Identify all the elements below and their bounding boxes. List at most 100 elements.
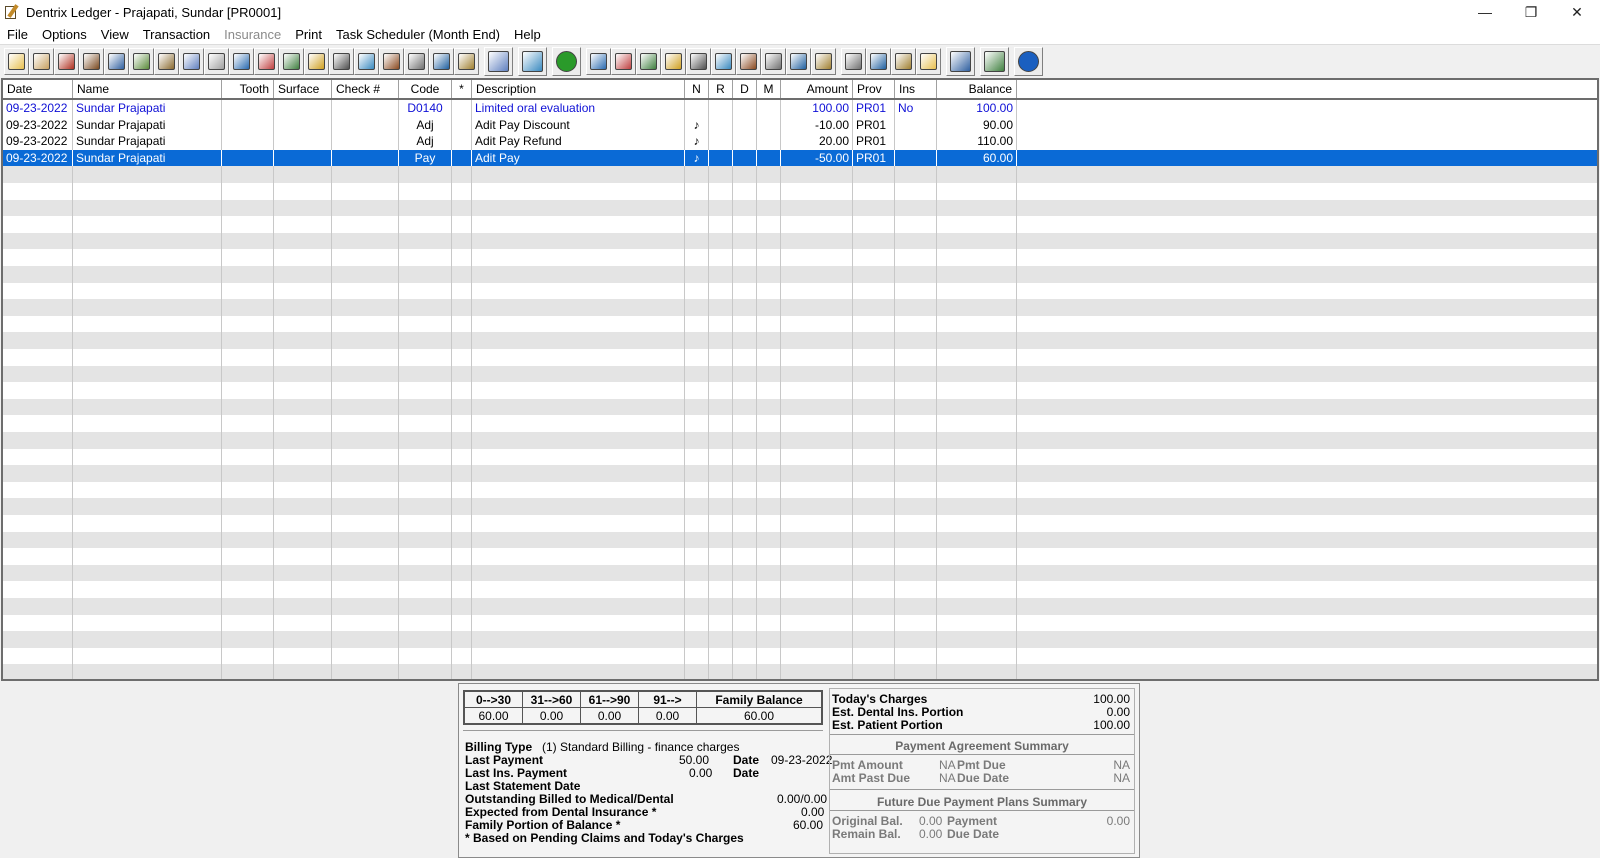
col-n-header[interactable]: N — [685, 80, 709, 98]
empty-ledger-row[interactable] — [3, 448, 1597, 466]
empty-ledger-row[interactable] — [3, 531, 1597, 549]
calculator-toolbar-button[interactable] — [786, 48, 811, 75]
handshake-toolbar-button[interactable] — [586, 48, 611, 75]
eraser-toolbar-button[interactable] — [179, 48, 204, 75]
bank-toolbar-button[interactable] — [484, 47, 513, 76]
appointment-toolbar-button[interactable] — [916, 48, 941, 75]
col-d-header[interactable]: D — [733, 80, 757, 98]
person-toolbar-button[interactable] — [518, 47, 547, 76]
empty-ledger-row[interactable] — [3, 315, 1597, 333]
col-amount-header[interactable]: Amount — [781, 80, 853, 98]
ins-2-toolbar-button[interactable] — [736, 48, 761, 75]
tax-toolbar-button[interactable] — [761, 48, 786, 75]
empty-ledger-row[interactable] — [3, 432, 1597, 449]
patient-toolbar-button[interactable] — [946, 47, 975, 76]
treatment-toolbar-button[interactable] — [129, 48, 154, 75]
empty-ledger-row[interactable] — [3, 199, 1597, 217]
walker-toolbar-button[interactable] — [841, 48, 866, 75]
empty-ledger-row[interactable] — [3, 564, 1597, 582]
empty-ledger-row[interactable] — [3, 581, 1597, 598]
empty-ledger-row[interactable] — [3, 498, 1597, 515]
empty-ledger-row[interactable] — [3, 515, 1597, 532]
g-toolbar-button[interactable] — [636, 48, 661, 75]
col-name-header[interactable]: Name — [73, 80, 222, 98]
empty-ledger-row[interactable] — [3, 166, 1597, 183]
close-button[interactable]: ✕ — [1554, 0, 1600, 24]
menu-file[interactable]: File — [0, 27, 35, 42]
patient-select-toolbar-button[interactable] — [4, 48, 29, 75]
ledger-row[interactable]: 09-23-2022 Sundar Prajapati Adj Adit Pay Re… — [3, 133, 1597, 150]
pen-toolbar-button[interactable] — [154, 48, 179, 75]
menu-insurance[interactable]: Insurance — [217, 27, 288, 42]
minimize-button[interactable]: — — [1462, 0, 1508, 24]
empty-ledger-row[interactable] — [3, 365, 1597, 383]
empty-ledger-row[interactable] — [3, 299, 1597, 316]
search-toolbar-button[interactable] — [229, 48, 254, 75]
pay-plan-toolbar-button[interactable] — [811, 48, 836, 75]
empty-ledger-row[interactable] — [3, 614, 1597, 632]
col-prov-header[interactable]: Prov — [853, 80, 895, 98]
menu-options[interactable]: Options — [35, 27, 94, 42]
empty-ledger-row[interactable] — [3, 598, 1597, 615]
id-card-toolbar-button[interactable] — [104, 48, 129, 75]
menu-view[interactable]: View — [94, 27, 136, 42]
ledger-row[interactable]: 09-23-2022 Sundar Prajapati Adj Adit Pay Di… — [3, 116, 1597, 134]
empty-ledger-row[interactable] — [3, 398, 1597, 416]
empty-ledger-row[interactable] — [3, 282, 1597, 300]
menu-print[interactable]: Print — [288, 27, 329, 42]
empty-ledger-row[interactable] — [3, 332, 1597, 349]
col-date-header[interactable]: Date — [3, 80, 73, 98]
empty-ledger-row[interactable] — [3, 647, 1597, 665]
menu-task-scheduler-month-end[interactable]: Task Scheduler (Month End) — [329, 27, 507, 42]
empty-ledger-row[interactable] — [3, 631, 1597, 648]
note-toolbar-button[interactable] — [204, 48, 229, 75]
ins-toolbar-button[interactable] — [711, 48, 736, 75]
empty-ledger-row[interactable] — [3, 232, 1597, 250]
notes-toolbar-button[interactable] — [404, 48, 429, 75]
book-closed-toolbar-button[interactable] — [379, 48, 404, 75]
ledger-row[interactable]: 09-23-2022 Sundar Prajapati D0140 Limited o… — [3, 100, 1597, 117]
rx-toolbar-button[interactable] — [329, 48, 354, 75]
family-file-toolbar-button[interactable] — [29, 48, 54, 75]
statement-toolbar-button[interactable] — [686, 48, 711, 75]
empty-ledger-row[interactable] — [3, 481, 1597, 499]
col-ins-header[interactable]: Ins — [895, 80, 937, 98]
col-star-header[interactable]: * — [452, 80, 472, 98]
col-balance-header[interactable]: Balance — [937, 80, 1017, 98]
provider-toolbar-button[interactable] — [79, 48, 104, 75]
col-r-header[interactable]: R — [709, 80, 733, 98]
ledger-grid[interactable]: Date Name Tooth Surface Check # Code * D… — [1, 78, 1599, 681]
col-description-header[interactable]: Description — [472, 80, 685, 98]
empty-ledger-row[interactable] — [3, 415, 1597, 432]
edit-toolbar-button[interactable] — [354, 48, 379, 75]
col-code-header[interactable]: Code — [399, 80, 452, 98]
info-toolbar-button[interactable] — [1014, 47, 1043, 76]
empty-ledger-row[interactable] — [3, 548, 1597, 565]
grid-toolbar-button[interactable] — [279, 48, 304, 75]
col-tooth-header[interactable]: Tooth — [222, 80, 274, 98]
ledger-row[interactable]: 09-23-2022 Sundar Prajapati Pay Adit Pay ♪ -5… — [3, 149, 1597, 167]
empty-ledger-row[interactable] — [3, 249, 1597, 266]
col-m-header[interactable]: M — [757, 80, 781, 98]
menu-help[interactable]: Help — [507, 27, 548, 42]
refresh-toolbar-button[interactable] — [552, 47, 581, 76]
restore-button[interactable]: ❐ — [1508, 0, 1554, 24]
col-check-header[interactable]: Check # — [332, 80, 399, 98]
empty-ledger-row[interactable] — [3, 465, 1597, 482]
menu-transaction[interactable]: Transaction — [136, 27, 217, 42]
book-toolbar-button[interactable] — [54, 48, 79, 75]
transfer-toolbar-button[interactable] — [661, 48, 686, 75]
empty-ledger-row[interactable] — [3, 382, 1597, 399]
email-toolbar-button[interactable] — [254, 48, 279, 75]
empty-ledger-row[interactable] — [3, 183, 1597, 200]
map-toolbar-button[interactable] — [429, 48, 454, 75]
family-toolbar-button[interactable] — [891, 48, 916, 75]
empty-ledger-row[interactable] — [3, 664, 1597, 679]
referral-toolbar-button[interactable] — [866, 48, 891, 75]
eob-toolbar-button[interactable] — [454, 48, 479, 75]
empty-ledger-row[interactable] — [3, 266, 1597, 283]
empty-ledger-row[interactable] — [3, 216, 1597, 233]
dollar-toolbar-button[interactable] — [611, 48, 636, 75]
cross-toolbar-button[interactable] — [304, 48, 329, 75]
refresh-person-toolbar-button[interactable] — [980, 47, 1009, 76]
